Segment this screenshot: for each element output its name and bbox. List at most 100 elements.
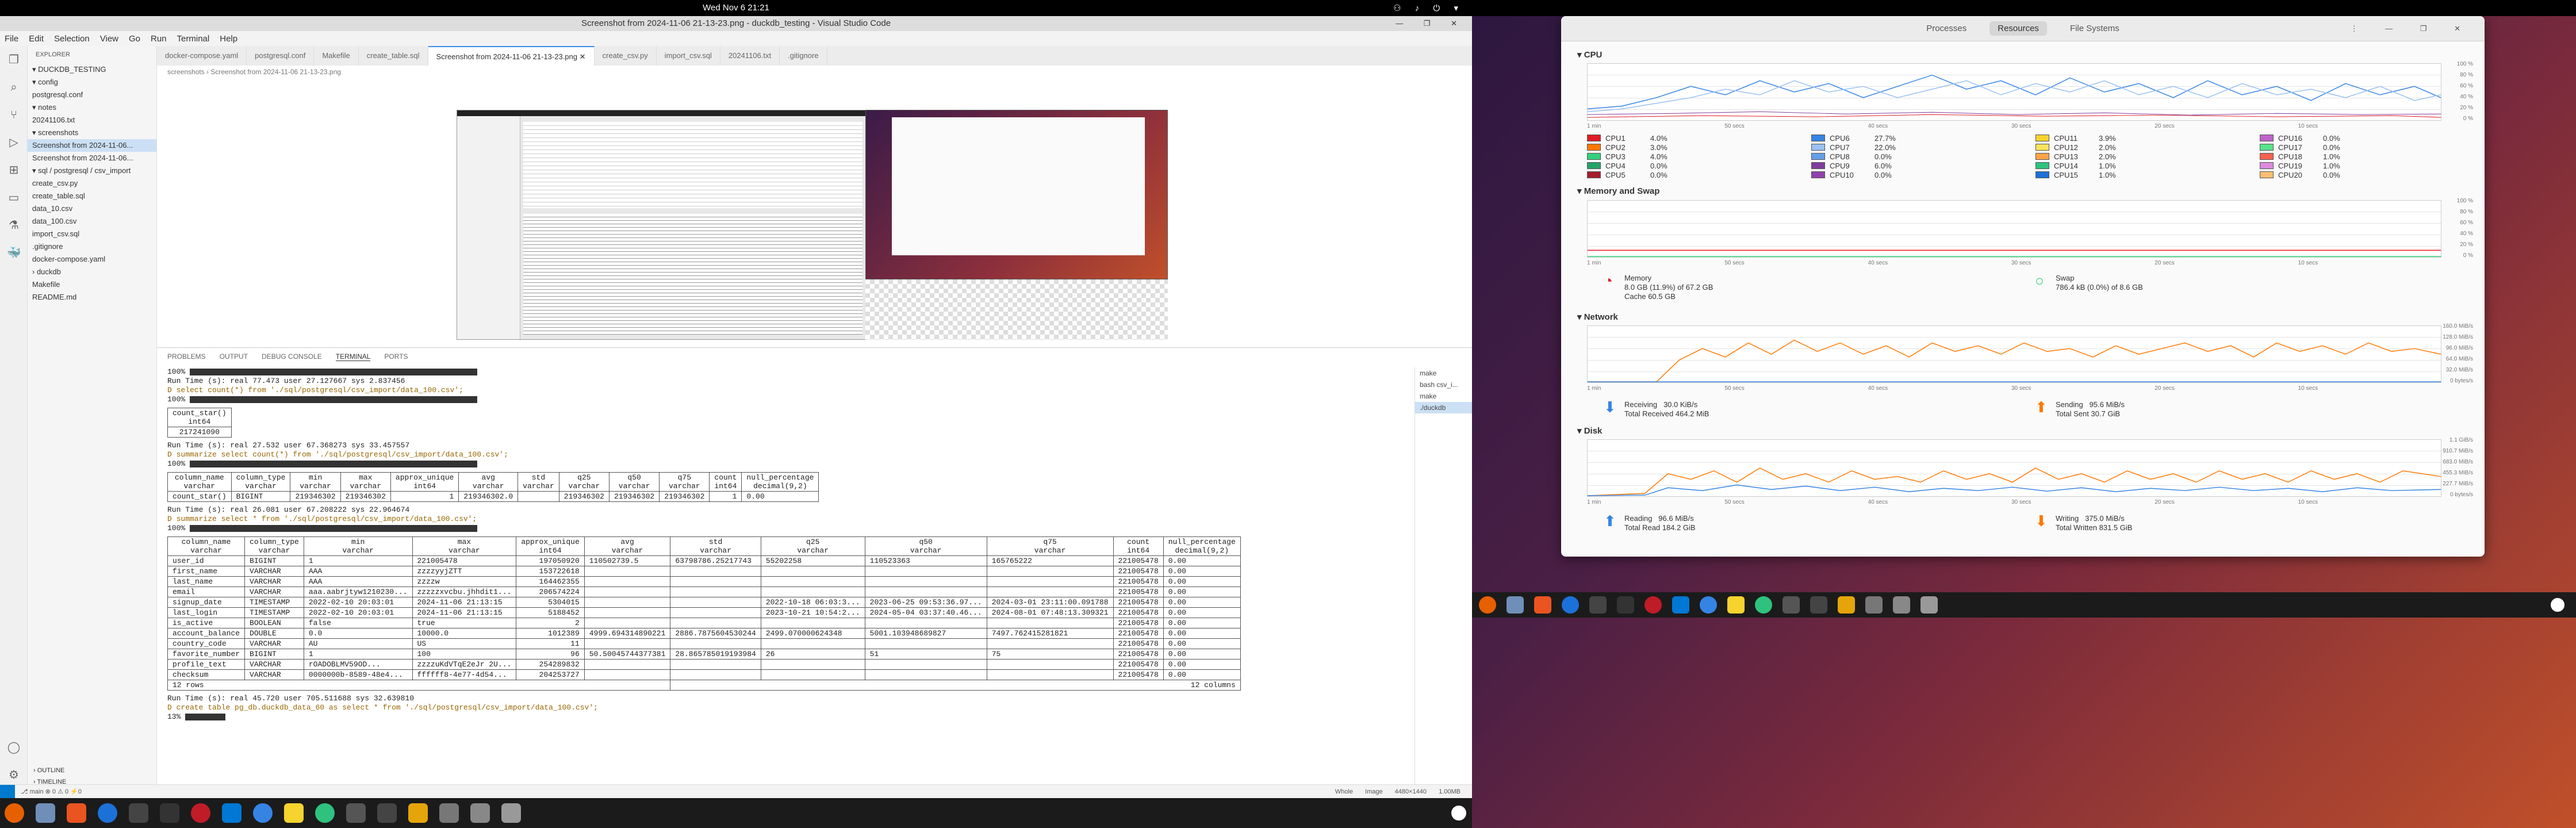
- show-apps-icon[interactable]: [2551, 598, 2564, 612]
- tree-item[interactable]: Screenshot from 2024-11-06...: [28, 139, 156, 152]
- steam-icon[interactable]: [346, 803, 366, 823]
- cpu-color-swatch[interactable]: [2035, 162, 2049, 169]
- trash-icon[interactable]: [501, 803, 521, 823]
- usb-icon[interactable]: [1865, 596, 1883, 614]
- editor-tab[interactable]: Makefile: [314, 46, 359, 66]
- help-icon[interactable]: [1562, 596, 1579, 614]
- drive-icon[interactable]: [470, 803, 490, 823]
- cpu-color-swatch[interactable]: [1587, 171, 1601, 178]
- files-icon[interactable]: [36, 803, 55, 823]
- tree-item[interactable]: Screenshot from 2024-11-06...: [28, 152, 156, 164]
- editor-tab[interactable]: docker-compose.yaml: [157, 46, 247, 66]
- remote-explorer-icon[interactable]: ▭: [0, 184, 28, 212]
- tree-item[interactable]: ▾ DUCKDB_TESTING: [28, 63, 156, 76]
- panel-tab-ports[interactable]: PORTS: [384, 352, 408, 361]
- tree-item[interactable]: › duckdb: [28, 266, 156, 278]
- tab-file-systems[interactable]: File Systems: [2070, 24, 2119, 33]
- menu-item-selection[interactable]: Selection: [54, 34, 90, 44]
- tab-processes[interactable]: Processes: [1926, 24, 1966, 33]
- cpu-color-swatch[interactable]: [1811, 144, 1825, 151]
- panel-tab-terminal[interactable]: TERMINAL: [335, 352, 371, 361]
- terminal-instance[interactable]: make: [1415, 367, 1472, 379]
- tree-item[interactable]: 20241106.txt: [28, 114, 156, 126]
- editor-tab[interactable]: 20241106.txt: [720, 46, 780, 66]
- memory-section-title[interactable]: ▾ Memory and Swap: [1577, 186, 1659, 196]
- menu-item-run[interactable]: Run: [151, 34, 167, 44]
- archive-icon[interactable]: [408, 803, 428, 823]
- run-debug-icon[interactable]: ▷: [0, 129, 28, 156]
- editor-tab[interactable]: Screenshot from 2024-11-06 21-13-23.png …: [428, 46, 595, 66]
- firefox-icon[interactable]: [5, 803, 24, 823]
- opera-icon[interactable]: [1644, 596, 1662, 614]
- editor-tab[interactable]: .gitignore: [780, 46, 827, 66]
- system-tray[interactable]: ⚇ ♪ ⏻ ▾: [1393, 3, 1464, 13]
- cpu-color-swatch[interactable]: [2035, 171, 2049, 178]
- notes-icon[interactable]: [1727, 596, 1745, 614]
- tree-item[interactable]: .gitignore: [28, 240, 156, 253]
- terminal-app-icon[interactable]: [129, 803, 148, 823]
- editor-tab[interactable]: postgresql.conf: [247, 46, 315, 66]
- editor-tab[interactable]: import_csv.sql: [657, 46, 720, 66]
- panel-tab-output[interactable]: OUTPUT: [220, 352, 248, 361]
- workspace-icon[interactable]: [160, 803, 179, 823]
- breadcrumb[interactable]: screenshots › Screenshot from 2024-11-06…: [157, 66, 1472, 78]
- drive-icon[interactable]: [1893, 596, 1910, 614]
- menu-item-view[interactable]: View: [100, 34, 118, 44]
- shell-icon[interactable]: [1810, 596, 1827, 614]
- clock[interactable]: Wed Nov 6 21:21: [0, 3, 1472, 13]
- menu-item-file[interactable]: File: [5, 34, 18, 44]
- window-controls[interactable]: ⋮ — ❐ ✕: [2351, 24, 2473, 33]
- cpu-color-swatch[interactable]: [1587, 144, 1601, 151]
- editor-tab[interactable]: create_table.sql: [359, 46, 428, 66]
- extensions-icon[interactable]: ⊞: [0, 156, 28, 184]
- cpu-color-swatch[interactable]: [2260, 153, 2274, 160]
- chrome-icon[interactable]: [315, 803, 335, 823]
- menu-item-edit[interactable]: Edit: [29, 34, 44, 44]
- cpu-color-swatch[interactable]: [1587, 135, 1601, 141]
- status-right[interactable]: Whole Image 4480×1440 1.00MB: [1335, 785, 1460, 799]
- chromium-icon[interactable]: [1700, 596, 1717, 614]
- chrome-icon[interactable]: [1755, 596, 1772, 614]
- accounts-icon[interactable]: ◯: [0, 734, 28, 761]
- steam-icon[interactable]: [1782, 596, 1800, 614]
- tree-item[interactable]: create_table.sql: [28, 190, 156, 202]
- tree-item[interactable]: ▾ config: [28, 76, 156, 89]
- cpu-color-swatch[interactable]: [2035, 153, 2049, 160]
- cpu-color-swatch[interactable]: [1811, 153, 1825, 160]
- tree-item[interactable]: ▾ screenshots: [28, 126, 156, 139]
- docker-icon[interactable]: 🐳: [0, 239, 28, 267]
- panel-tab-debug-console[interactable]: DEBUG CONSOLE: [262, 352, 322, 361]
- archive-icon[interactable]: [1838, 596, 1855, 614]
- menu-item-help[interactable]: Help: [220, 34, 237, 44]
- status-left[interactable]: ⎇ main ⊗ 0 ⚠ 0 ⚡0: [21, 785, 82, 799]
- source-control-icon[interactable]: ⑂: [0, 101, 28, 129]
- cpu-color-swatch[interactable]: [2035, 144, 2049, 151]
- chromium-icon[interactable]: [253, 803, 273, 823]
- cpu-color-swatch[interactable]: [1587, 162, 1601, 169]
- cpu-color-swatch[interactable]: [2260, 135, 2274, 141]
- tree-item[interactable]: create_csv.py: [28, 177, 156, 190]
- firefox-icon[interactable]: [1479, 596, 1496, 614]
- tree-item[interactable]: data_100.csv: [28, 215, 156, 228]
- tree-item[interactable]: Makefile: [28, 278, 156, 291]
- tree-item[interactable]: README.md: [28, 291, 156, 304]
- app-center-icon[interactable]: [67, 803, 86, 823]
- cpu-color-swatch[interactable]: [2260, 144, 2274, 151]
- app-center-icon[interactable]: [1534, 596, 1551, 614]
- help-icon[interactable]: [98, 803, 117, 823]
- search-icon[interactable]: ⌕: [0, 74, 28, 101]
- opera-icon[interactable]: [191, 803, 210, 823]
- editor-tab[interactable]: create_csv.py: [595, 46, 657, 66]
- tree-item[interactable]: ▾ sql / postgresql / csv_import: [28, 164, 156, 177]
- trash-icon[interactable]: [1920, 596, 1938, 614]
- disk-section-title[interactable]: ▾ Disk: [1577, 425, 1602, 436]
- workspace-icon[interactable]: [1617, 596, 1634, 614]
- outline-section[interactable]: › OUTLINE: [33, 767, 64, 774]
- menu-item-go[interactable]: Go: [129, 34, 140, 44]
- cpu-color-swatch[interactable]: [1811, 171, 1825, 178]
- menu-item-terminal[interactable]: Terminal: [177, 34, 210, 44]
- show-apps-icon[interactable]: [1451, 806, 1466, 821]
- cpu-color-swatch[interactable]: [2260, 171, 2274, 178]
- tab-resources[interactable]: Resources: [1989, 21, 2047, 36]
- vscode-icon[interactable]: [1672, 596, 1689, 614]
